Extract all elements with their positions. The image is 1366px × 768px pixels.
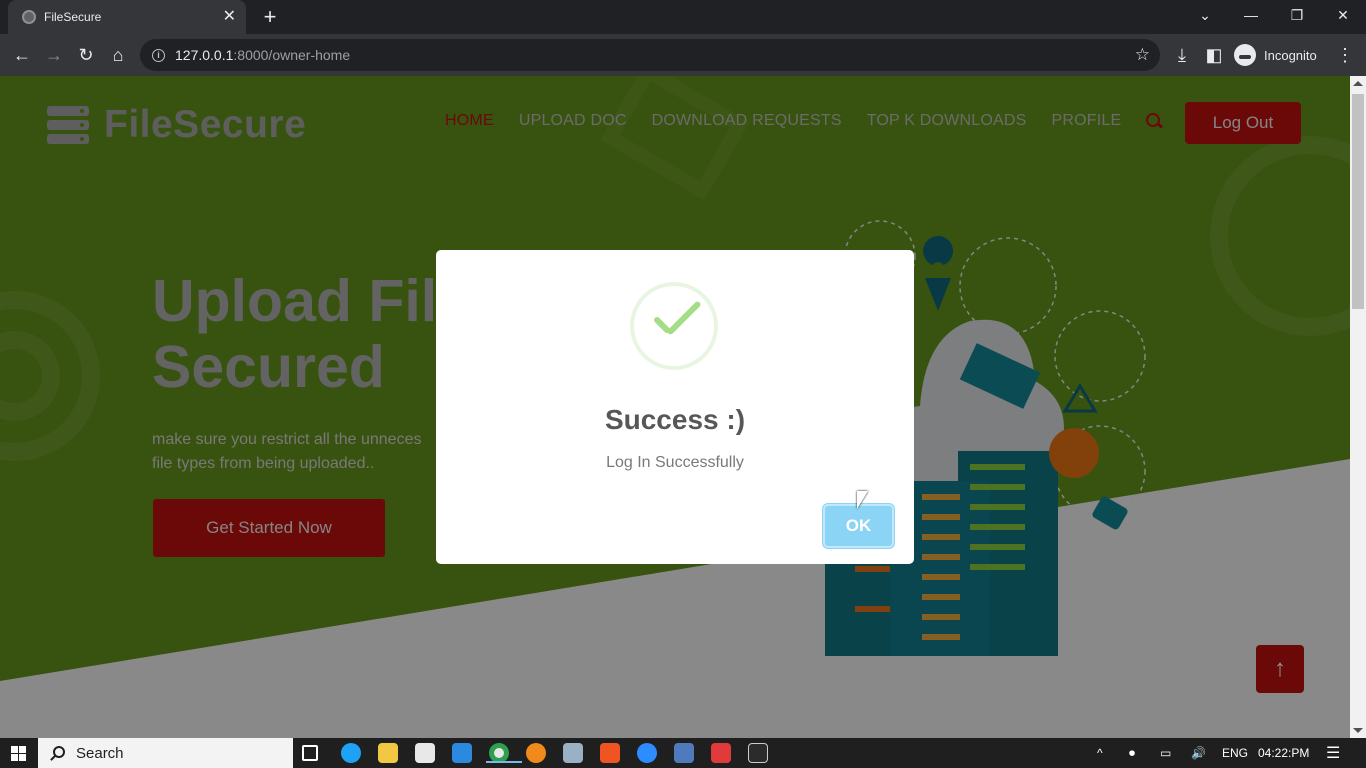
side-panel-icon[interactable]: ◧ — [1201, 42, 1227, 68]
vscode-icon[interactable] — [452, 743, 472, 763]
reload-button[interactable]: ↻ — [73, 42, 99, 68]
browser-tab[interactable]: FileSecure ✕ — [8, 0, 246, 34]
browser-toolbar: ← → ↻ ⌂ i 127.0.0.1 :8000/owner-home ☆ ⤓… — [0, 34, 1366, 76]
success-dialog: Success :) Log In Successfully OK — [436, 250, 914, 564]
site-info-icon[interactable]: i — [152, 48, 165, 62]
address-bar[interactable]: i 127.0.0.1 :8000/owner-home ☆ — [140, 39, 1160, 71]
close-tab-icon[interactable]: ✕ — [223, 9, 236, 25]
app-icon[interactable] — [415, 743, 435, 763]
incognito-icon — [1234, 44, 1256, 66]
volume-icon[interactable]: 🔊 — [1191, 738, 1206, 768]
brave-icon[interactable] — [600, 743, 620, 763]
scroll-up-arrow[interactable] — [1353, 81, 1363, 86]
page-scrollbar[interactable] — [1350, 76, 1366, 738]
task-view-icon[interactable] — [302, 745, 318, 761]
download-icon[interactable]: ⤓ — [1169, 42, 1195, 68]
dialog-title: Success :) — [604, 404, 746, 435]
app-icon[interactable] — [563, 743, 583, 763]
language-indicator[interactable]: ENG — [1222, 738, 1248, 768]
terminal-icon[interactable] — [748, 743, 768, 763]
incognito-indicator[interactable]: Incognito — [1234, 42, 1317, 68]
tab-title: FileSecure — [44, 10, 102, 24]
home-button[interactable]: ⌂ — [105, 42, 131, 68]
scroll-down-arrow[interactable] — [1353, 728, 1363, 733]
zoom-icon[interactable] — [637, 743, 657, 763]
url-host: 127.0.0.1 — [175, 47, 234, 63]
globe-icon — [22, 10, 36, 24]
search-icon — [50, 746, 65, 760]
bookmark-star-icon[interactable]: ☆ — [1135, 45, 1150, 65]
network-icon[interactable]: ▭ — [1160, 738, 1171, 768]
close-window-button[interactable]: ✕ — [1320, 0, 1366, 30]
browser-tab-bar: FileSecure ✕ + ⌄ — ❐ ✕ — [0, 0, 1366, 34]
show-hidden-icons[interactable]: ^ — [1097, 738, 1103, 768]
app-icon[interactable] — [674, 743, 694, 763]
meet-now-icon[interactable]: ⏺ — [1129, 738, 1135, 768]
file-explorer-icon[interactable] — [378, 743, 398, 763]
taskbar-search-label: Search — [76, 744, 124, 762]
scrollbar-thumb[interactable] — [1352, 94, 1364, 309]
taskbar-search-box[interactable]: Search — [38, 738, 293, 768]
dialog-message: Log In Successfully — [606, 454, 744, 471]
anydesk-icon[interactable] — [711, 743, 731, 763]
notification-icon[interactable]: ☰ — [1326, 738, 1340, 768]
forward-button[interactable]: → — [41, 42, 67, 68]
clock[interactable]: 04:22:PM — [1258, 738, 1309, 768]
new-tab-button[interactable]: + — [258, 3, 282, 31]
windows-start-icon[interactable] — [11, 746, 26, 761]
success-check-icon — [630, 282, 718, 370]
mouse-cursor — [857, 491, 868, 509]
chrome-icon[interactable] — [486, 743, 522, 763]
search-tool-icon[interactable] — [526, 743, 546, 763]
restore-button[interactable]: ❐ — [1274, 0, 1320, 30]
incognito-label: Incognito — [1264, 47, 1317, 63]
menu-icon[interactable]: ⋮ — [1332, 42, 1358, 68]
tab-search-icon[interactable]: ⌄ — [1182, 0, 1228, 30]
ok-button[interactable]: OK — [823, 504, 894, 548]
windows-taskbar: Search ^ ⏺ ▭ 🔊 ENG 04:22:PM ☰ — [0, 738, 1366, 768]
minimize-button[interactable]: — — [1228, 0, 1274, 30]
back-button[interactable]: ← — [9, 42, 35, 68]
edge-icon[interactable] — [341, 743, 361, 763]
url-path: :8000/owner-home — [233, 47, 351, 63]
